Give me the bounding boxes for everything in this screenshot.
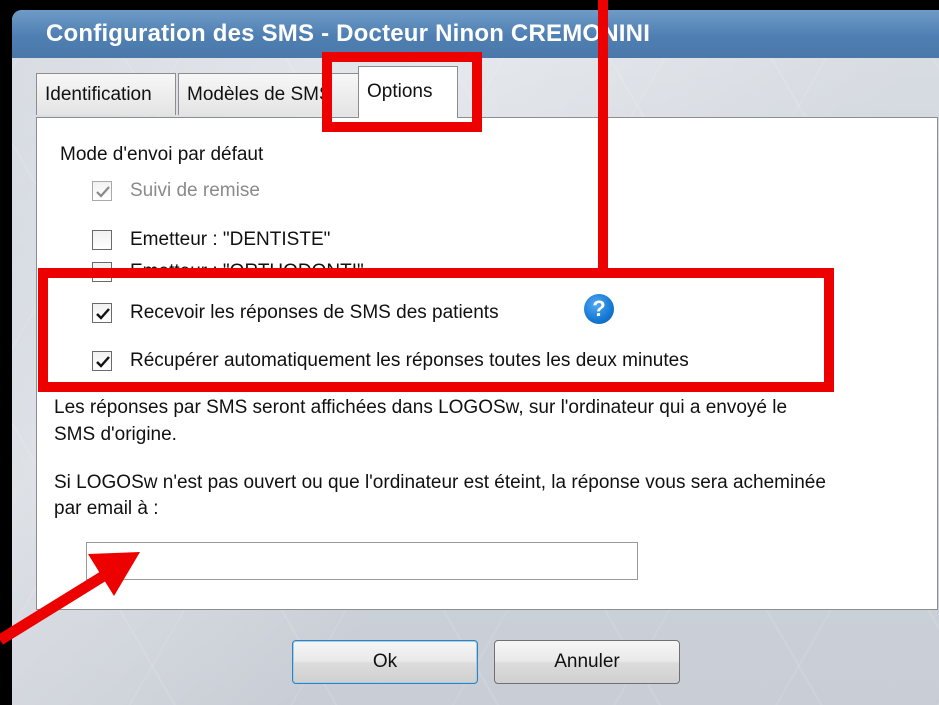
title-bar[interactable]: Configuration des SMS - Docteur Ninon CR… (12, 10, 939, 58)
checkbox-label-recuperer-auto: Récupérer automatiquement les réponses t… (130, 350, 689, 371)
info-text-2-line2: par email à : (54, 498, 159, 519)
checkbox-recuperer-auto[interactable] (92, 351, 112, 371)
checkbox-emetteur-dentiste[interactable] (92, 230, 112, 250)
checkbox-label-recevoir-reponses: Recevoir les réponses de SMS des patient… (130, 302, 499, 323)
checkbox-label-emetteur-orthodonti: Emetteur : "ORTHODONTI" (130, 261, 364, 282)
checkbox-emetteur-orthodonti[interactable] (92, 262, 112, 282)
cancel-button[interactable]: Annuler (494, 640, 680, 684)
tab-identification[interactable]: Identification (36, 73, 176, 115)
info-text-1-line2: SMS d'origine. (54, 424, 177, 445)
tab-modeles-de-sms[interactable]: Modèles de SMS (178, 73, 360, 115)
email-input[interactable] (86, 542, 638, 580)
tab-options[interactable]: Options (358, 66, 458, 118)
checkbox-label-suivi-remise: Suivi de remise (130, 180, 260, 201)
checkmark-icon (96, 356, 110, 368)
help-icon[interactable]: ? (584, 294, 614, 324)
checkmark-icon (96, 186, 110, 198)
checkmark-icon (96, 308, 110, 320)
info-text-1-line1: Les réponses par SMS seront affichées da… (54, 397, 788, 418)
checkbox-label-emetteur-dentiste: Emetteur : "DENTISTE" (130, 229, 331, 250)
checkbox-recevoir-reponses[interactable] (92, 303, 112, 323)
red-arrow-icon (0, 552, 140, 645)
info-text-2-line1: Si LOGOSw n'est pas ouvert ou que l'ordi… (54, 472, 826, 493)
checkbox-suivi-remise[interactable] (92, 181, 112, 201)
annotation-connector-line (598, 0, 608, 270)
ok-button[interactable]: Ok (292, 640, 478, 684)
screenshot-stage: Configuration des SMS - Docteur Ninon CR… (0, 0, 939, 705)
window-title: Configuration des SMS - Docteur Ninon CR… (46, 20, 651, 47)
section-label-mode-envoi: Mode d'envoi par défaut (60, 144, 264, 165)
